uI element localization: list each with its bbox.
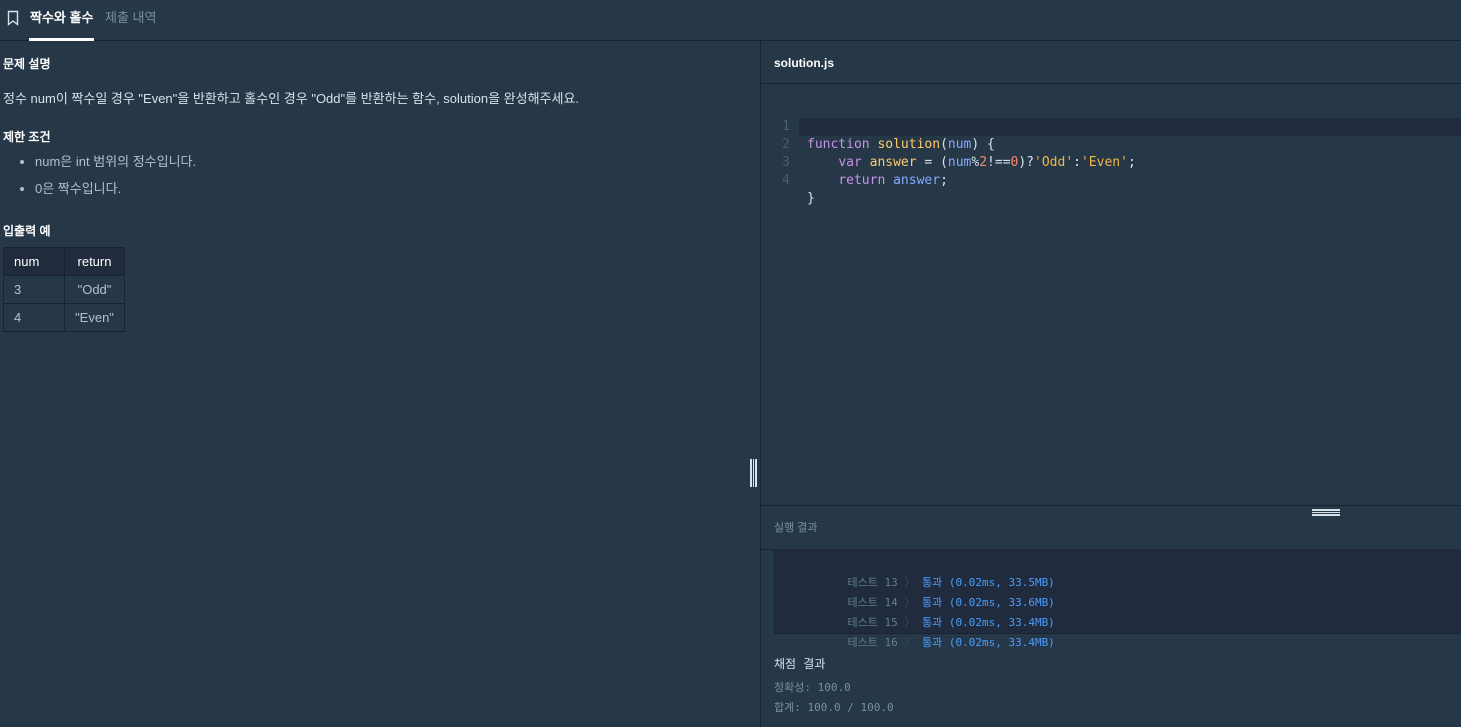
bookmark-icon[interactable] <box>7 10 19 26</box>
top-tab-bar: 짝수와 홀수 제출 내역 <box>0 0 1461 41</box>
constraints-heading: 제한 조건 <box>3 130 51 144</box>
tab-submissions[interactable]: 제출 내역 <box>104 0 157 40</box>
editor-header: solution.js <box>761 41 1461 84</box>
examples-table: num return 3 "Odd" 4 "Even" <box>3 247 125 332</box>
table-row: 3 "Odd" <box>3 275 125 304</box>
result-title: 실행 결과 <box>774 522 818 534</box>
constraint-item: 0은 짝수입니다. <box>35 180 196 207</box>
test-results[interactable]: 테스트 13 〉 통과 (0.02ms, 33.5MB) 테스트 14 〉 통과… <box>774 549 1461 649</box>
code-line-active[interactable]: 2 var answer = (num%2!==0)?'Odd':'Even'; <box>782 118 1461 170</box>
problem-panel: 문제 설명 정수 num이 짝수일 경우 "Even"을 반환하고 홀수인 경우… <box>0 41 761 727</box>
line-number: 1 <box>782 119 790 134</box>
list-item: 테스트 16 〉 통과 (0.02ms, 33.4MB) <box>821 613 1055 649</box>
column-header: return <box>64 247 125 276</box>
accuracy-score: 정확성: 100.0 <box>774 681 851 694</box>
table-cell: 4 <box>3 303 65 332</box>
description-heading: 문제 설명 <box>3 57 51 71</box>
table-cell: 3 <box>3 275 65 304</box>
total-score: 합계: 100.0 / 100.0 <box>774 701 894 714</box>
problem-description: 정수 num이 짝수일 경우 "Even"을 반환하고 홀수인 경우 "Odd"… <box>3 91 580 106</box>
column-header: num <box>3 247 65 276</box>
result-header: 실행 결과 <box>761 505 1461 550</box>
table-cell: "Even" <box>64 303 125 332</box>
list-item: 테스트 13 〉 통과 (0.02ms, 33.5MB) <box>821 553 1055 589</box>
table-row: 4 "Even" <box>3 303 125 332</box>
table-cell: "Odd" <box>64 275 125 304</box>
vertical-resize-handle[interactable] <box>750 459 757 487</box>
constraints-list: num은 int 범위의 정수입니다. 0은 짝수입니다. <box>0 153 196 207</box>
list-item: 테스트 15 〉 통과 (0.02ms, 33.4MB) <box>821 593 1055 629</box>
code-editor[interactable]: 1 function solution(num) { 2 var answer … <box>761 84 1461 505</box>
constraint-item: num은 int 범위의 정수입니다. <box>35 153 196 180</box>
code-line[interactable]: 3 return answer; <box>761 136 1461 188</box>
test-label: 테스트 16 <box>847 636 898 649</box>
test-result: 통과 (0.02ms, 33.4MB) <box>921 636 1055 649</box>
horizontal-resize-handle[interactable] <box>1312 509 1340 516</box>
editor-filename: solution.js <box>774 56 834 70</box>
code-line[interactable]: 4 } <box>761 154 1461 206</box>
line-number: 4 <box>782 173 790 188</box>
examples-heading: 입출력 예 <box>3 224 51 238</box>
code-line[interactable]: 1 function solution(num) { <box>761 100 1461 152</box>
list-item: 테스트 14 〉 통과 (0.02ms, 33.6MB) <box>821 573 1055 609</box>
table-header-row: num return <box>3 247 125 276</box>
grade-title: 채점 결과 <box>774 657 826 671</box>
tab-problem[interactable]: 짝수와 홀수 <box>29 0 95 41</box>
chevron-right-icon: 〉 <box>904 636 916 649</box>
